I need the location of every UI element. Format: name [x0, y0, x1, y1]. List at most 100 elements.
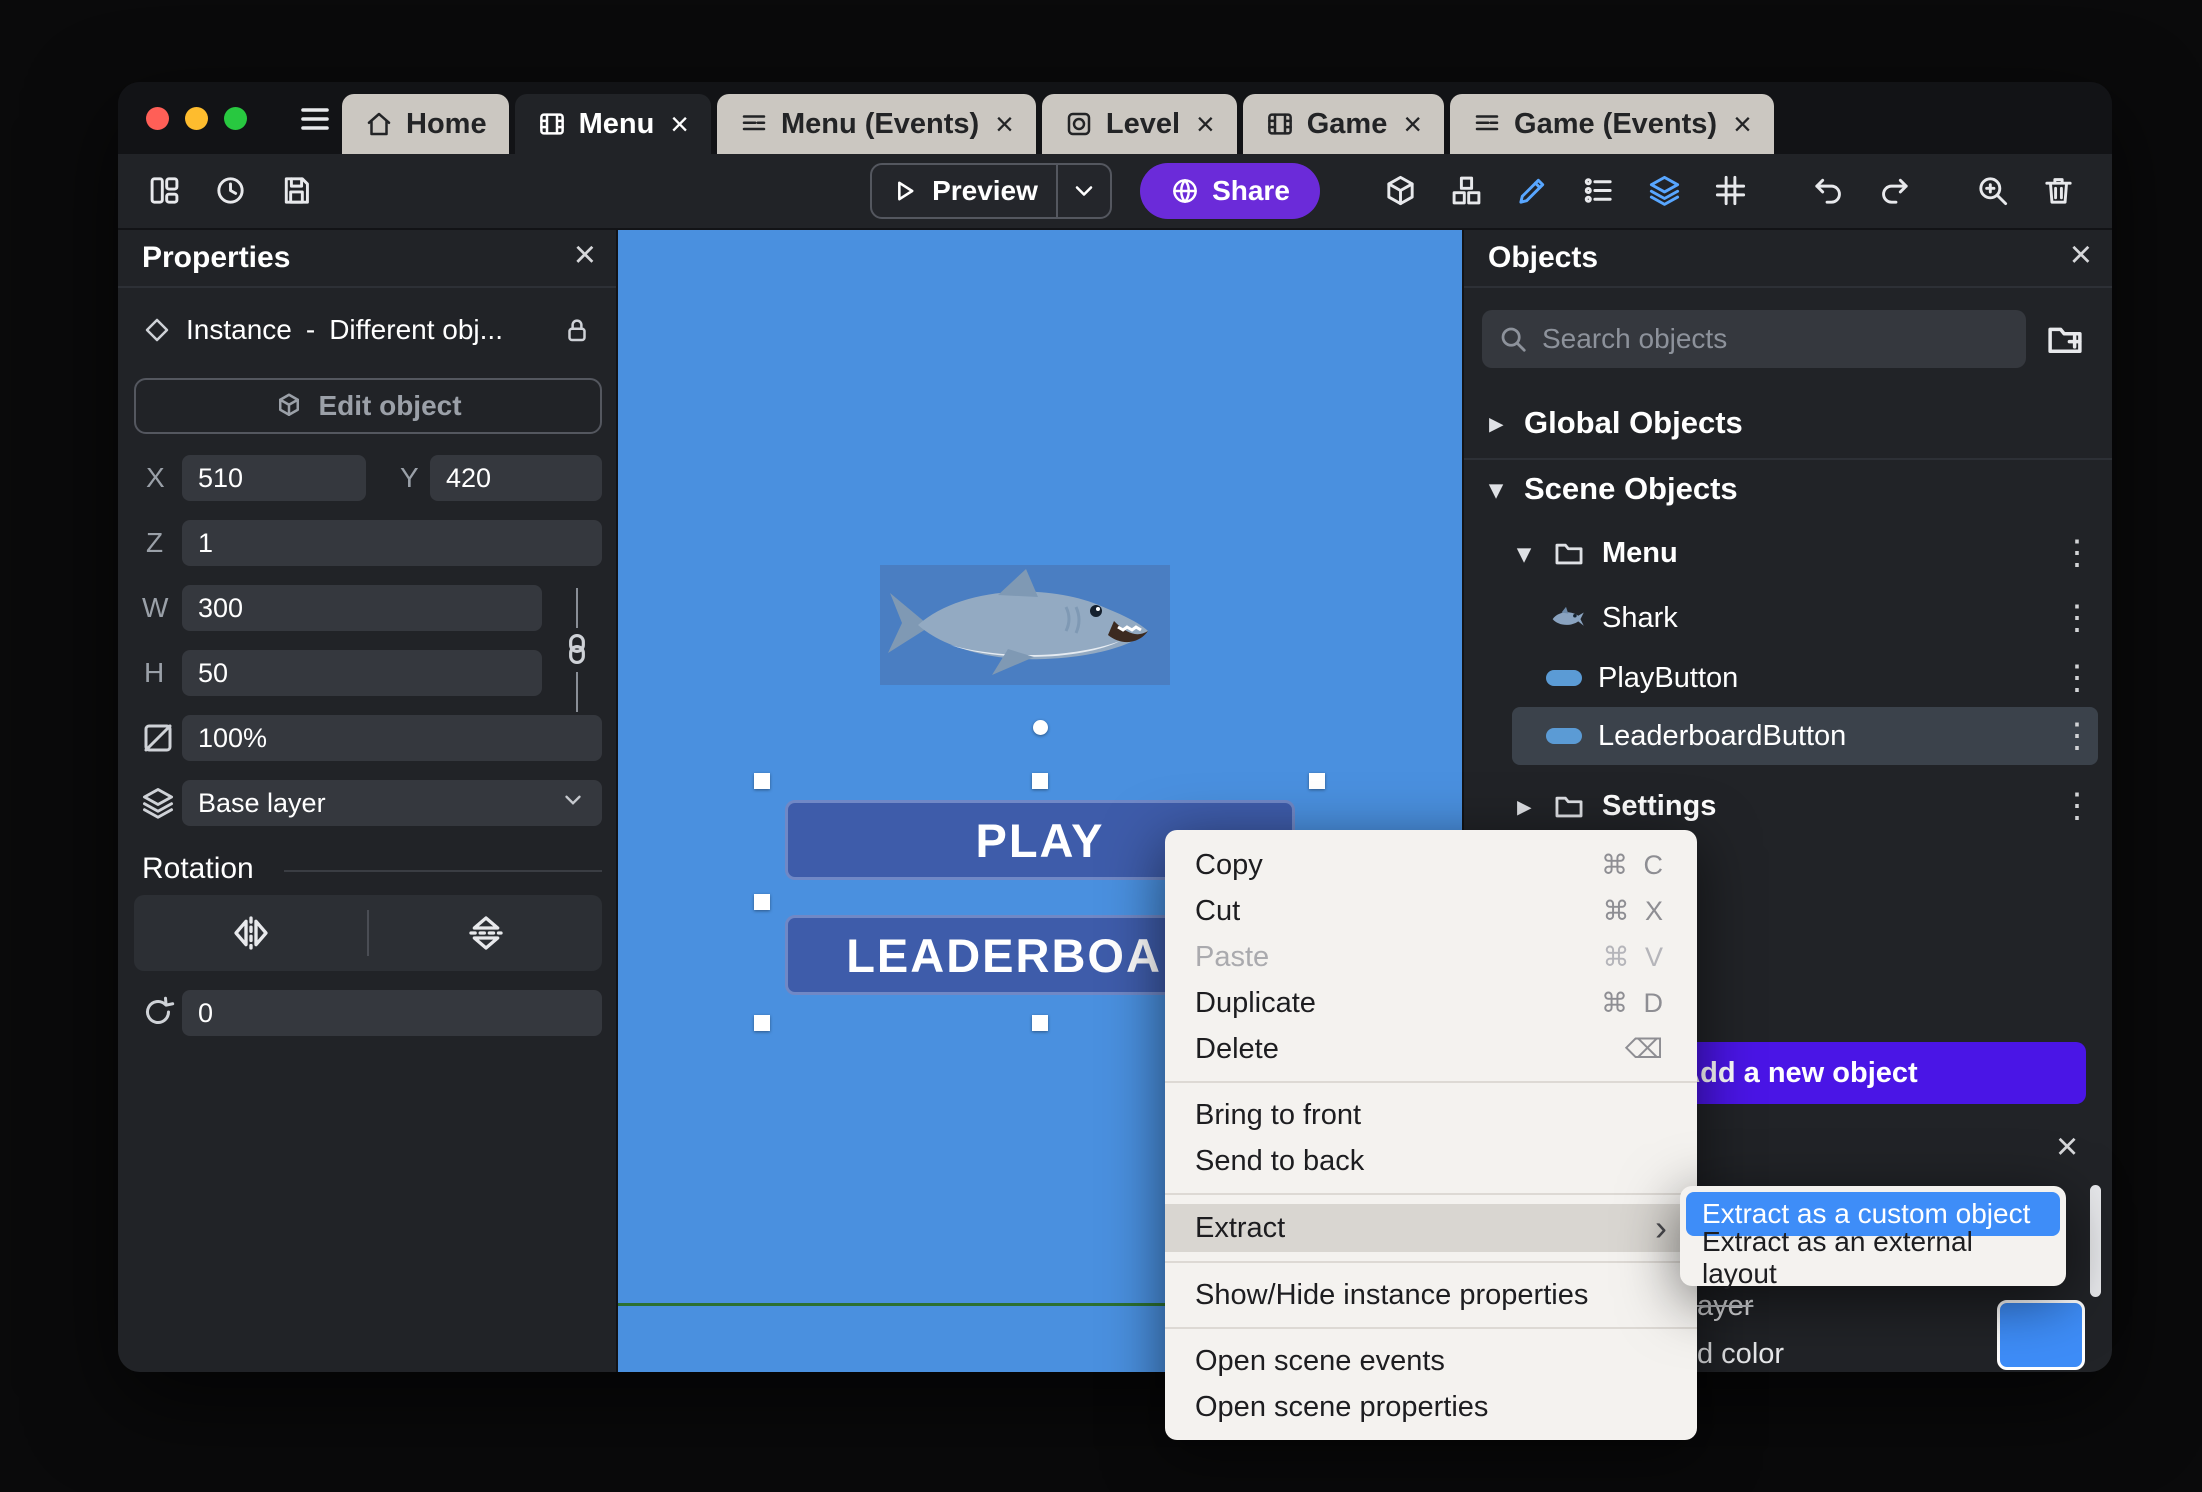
close-window-button[interactable]: [146, 107, 169, 130]
kebab-menu-icon[interactable]: ⋮: [2060, 783, 2094, 829]
objects-header: Objects ×: [1464, 230, 2112, 288]
selection-handle[interactable]: [1032, 773, 1048, 789]
tab-close-icon[interactable]: ×: [995, 106, 1014, 143]
folder-row-menu[interactable]: ▾ Menu: [1512, 530, 1677, 576]
caret-right-icon[interactable]: ▸: [1512, 791, 1536, 822]
x-input[interactable]: [182, 455, 366, 501]
h-input[interactable]: [182, 650, 542, 696]
grid-button[interactable]: [1706, 166, 1754, 214]
context-menu-item-open-scene-properties[interactable]: Open scene properties: [1165, 1384, 1697, 1430]
main-menu-icon[interactable]: [294, 100, 336, 138]
global-objects-group[interactable]: ▸ Global Objects: [1484, 400, 1742, 446]
instance-diamond-icon: [142, 315, 172, 345]
tab-home[interactable]: Home: [342, 94, 509, 154]
panels-button[interactable]: [140, 166, 188, 214]
scrollbar[interactable]: [2090, 1185, 2101, 1297]
object-row-leaderboardbutton[interactable]: LeaderboardButton: [1546, 713, 1846, 759]
close-icon[interactable]: ×: [2070, 234, 2092, 277]
share-button[interactable]: Share: [1140, 163, 1320, 219]
edit-object-button[interactable]: Edit object: [134, 378, 602, 434]
context-menu-item-cut[interactable]: Cut ⌘ X: [1165, 888, 1697, 934]
lock-icon[interactable]: [562, 315, 592, 345]
window-controls: [146, 107, 247, 130]
redo-button[interactable]: [1870, 166, 1918, 214]
rotation-input[interactable]: [182, 990, 602, 1036]
undo-button[interactable]: [1804, 166, 1852, 214]
z-input[interactable]: [182, 520, 602, 566]
selection-handle[interactable]: [754, 1015, 770, 1031]
divider: [284, 870, 602, 872]
screen: Home Menu × Menu (Events) × Level × Game…: [0, 0, 2202, 1492]
delete-button[interactable]: [2034, 166, 2082, 214]
kebab-menu-icon[interactable]: ⋮: [2060, 713, 2094, 759]
history-button[interactable]: [206, 166, 254, 214]
shark-sprite[interactable]: [880, 565, 1170, 685]
close-icon[interactable]: ×: [2056, 1126, 2078, 1169]
tab-level[interactable]: Level ×: [1041, 94, 1237, 154]
caret-right-icon[interactable]: ▸: [1484, 408, 1508, 439]
layer-select[interactable]: Base layer: [182, 780, 602, 826]
tab-game-events[interactable]: Game (Events) ×: [1450, 94, 1774, 154]
minimize-window-button[interactable]: [185, 107, 208, 130]
tab-menu[interactable]: Menu ×: [514, 94, 711, 154]
context-menu-item-send-to-back[interactable]: Send to back: [1165, 1138, 1697, 1184]
menu-item-label: Bring to front: [1195, 1098, 1362, 1131]
context-menu-item-show-hide-instance-properties[interactable]: Show/Hide instance properties: [1165, 1272, 1697, 1318]
close-icon[interactable]: ×: [574, 234, 596, 277]
selection-handle[interactable]: [1032, 1015, 1048, 1031]
object-row-shark[interactable]: Shark: [1546, 595, 1678, 641]
save-button[interactable]: [272, 166, 320, 214]
preview-options-button[interactable]: [1058, 165, 1110, 217]
divider: [1464, 458, 2112, 460]
flip-horizontal-button[interactable]: [134, 913, 367, 953]
zoom-button[interactable]: [1968, 166, 2016, 214]
properties-header: Properties ×: [118, 230, 616, 288]
context-menu-item-open-scene-events[interactable]: Open scene events: [1165, 1338, 1697, 1384]
submenu-item-extract-external-layout[interactable]: Extract as an external layout: [1686, 1226, 2060, 1289]
selection-rotate-handle[interactable]: [1033, 720, 1048, 735]
caret-down-icon[interactable]: ▾: [1484, 474, 1508, 505]
kebab-menu-icon[interactable]: ⋮: [2060, 595, 2094, 641]
layer-value: Base layer: [198, 787, 326, 818]
tab-close-icon[interactable]: ×: [1733, 106, 1752, 143]
menu-item-label: Paste: [1195, 940, 1270, 973]
globe-icon: [1173, 179, 1197, 203]
folder-row-settings[interactable]: ▸ Settings: [1512, 783, 1716, 829]
tab-close-icon[interactable]: ×: [1403, 106, 1422, 143]
edit-mode-button[interactable]: [1508, 166, 1556, 214]
opacity-input[interactable]: [182, 715, 602, 761]
w-input[interactable]: [182, 585, 542, 631]
y-input[interactable]: [430, 455, 602, 501]
scene-objects-group[interactable]: ▾ Scene Objects: [1484, 466, 1737, 512]
context-menu-item-extract[interactable]: Extract ›: [1165, 1204, 1697, 1252]
objects-view-button[interactable]: [1442, 166, 1490, 214]
search-input[interactable]: [1542, 323, 2010, 355]
context-menu-item-bring-to-front[interactable]: Bring to front: [1165, 1092, 1697, 1138]
tab-menu-events[interactable]: Menu (Events) ×: [716, 94, 1036, 154]
selection-handle[interactable]: [754, 773, 770, 789]
delete-key-icon: ⌫: [1624, 1033, 1667, 1064]
zoom-window-button[interactable]: [224, 107, 247, 130]
link-size-icon[interactable]: [558, 630, 596, 668]
object-row-playbutton[interactable]: PlayButton: [1546, 655, 1738, 701]
tab-game[interactable]: Game ×: [1242, 94, 1445, 154]
kebab-menu-icon[interactable]: ⋮: [2060, 655, 2094, 701]
flip-vertical-button[interactable]: [369, 913, 602, 953]
kebab-menu-icon[interactable]: ⋮: [2060, 530, 2094, 576]
tab-close-icon[interactable]: ×: [1196, 106, 1215, 143]
tab-close-icon[interactable]: ×: [670, 106, 689, 143]
selection-handle[interactable]: [1309, 773, 1325, 789]
view-3d-button[interactable]: [1376, 166, 1424, 214]
add-folder-button[interactable]: [2044, 318, 2086, 365]
selection-handle[interactable]: [754, 894, 770, 910]
color-label-fragment: d color: [1697, 1338, 1785, 1370]
shortcut-label: ⌘ V: [1602, 941, 1667, 972]
instances-list-button[interactable]: [1574, 166, 1622, 214]
preview-button[interactable]: Preview: [872, 165, 1056, 217]
context-menu-item-delete[interactable]: Delete ⌫: [1165, 1026, 1697, 1072]
context-menu-item-copy[interactable]: Copy ⌘ C: [1165, 842, 1697, 888]
layers-panel-button[interactable]: [1640, 166, 1688, 214]
color-swatch-button[interactable]: [1997, 1300, 2085, 1370]
caret-down-icon[interactable]: ▾: [1512, 538, 1536, 569]
context-menu-item-duplicate[interactable]: Duplicate ⌘ D: [1165, 980, 1697, 1026]
